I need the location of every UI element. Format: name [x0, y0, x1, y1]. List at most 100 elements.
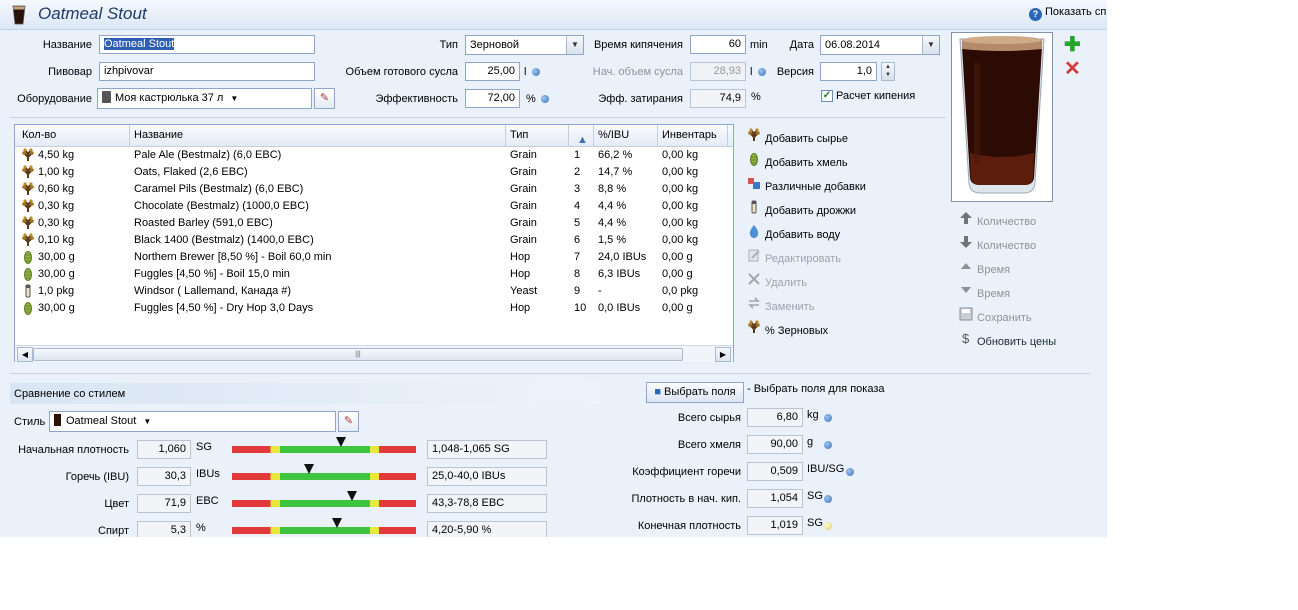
choose-fields-button[interactable]: ■ Выбрать поля — [646, 382, 744, 403]
version-field[interactable]: 1,0 — [820, 62, 877, 81]
info-dot-icon[interactable] — [532, 68, 540, 76]
triangle-down-icon — [958, 283, 974, 300]
delete-recipe-button[interactable]: ✕ — [1064, 58, 1081, 80]
grain-icon — [21, 199, 35, 216]
table-row[interactable]: 4,50 kg Pale Ale (Bestmalz) (6,0 EBC) Grai… — [15, 147, 733, 164]
help-link[interactable]: ? Показать сп — [1029, 6, 1106, 21]
date-value: 06.08.2014 — [825, 39, 881, 51]
action-6[interactable]: Редактировать — [746, 248, 841, 265]
cell-order: 8 — [574, 268, 581, 280]
hop-icon — [746, 152, 762, 169]
chevron-down-icon: ▼ — [143, 417, 152, 426]
add-recipe-button[interactable]: ✚ — [1064, 35, 1081, 55]
grain-icon — [746, 128, 762, 145]
ingredients-table: Кол-во Название Тип ▲ %/IBU Инвентарь 4,… — [14, 124, 734, 362]
field-label: Плотность в нач. кип. — [631, 493, 741, 505]
scroll-left-icon[interactable]: ◀ — [17, 347, 33, 362]
action-3[interactable]: Различные добавки — [746, 176, 866, 193]
action-8[interactable]: Заменить — [746, 296, 814, 313]
cell-order: 7 — [574, 251, 581, 263]
info-dot-icon[interactable] — [846, 468, 854, 476]
cell-percent-ibu: 6,3 IBUs — [598, 268, 641, 280]
efficiency-field[interactable]: 72,00 — [465, 89, 520, 108]
table-row[interactable]: 30,00 g Northern Brewer [8,50 %] - Boil 6… — [15, 249, 733, 266]
column-percent-ibu[interactable]: %/IBU — [598, 129, 629, 141]
metric-value: 71,9 — [137, 494, 191, 513]
action-7[interactable]: Удалить — [746, 272, 807, 289]
table-row[interactable]: 30,00 g Fuggles [4,50 %] - Boil 15,0 min H… — [15, 266, 733, 283]
info-dot-icon[interactable] — [541, 95, 549, 103]
boil-volume-label: Нач. объем сусла — [592, 66, 683, 78]
close-icon: ✕ — [1064, 58, 1081, 80]
table-row[interactable]: 0,60 kg Caramel Pils (Bestmalz) (6,0 EBC)… — [15, 181, 733, 198]
scroll-right-icon[interactable]: ▶ — [715, 347, 731, 362]
action-2[interactable]: Добавить хмель — [746, 152, 848, 169]
table-row[interactable]: 0,30 kg Roasted Barley (591,0 EBC) Grain 5 4… — [15, 215, 733, 232]
column-type[interactable]: Тип — [510, 129, 528, 141]
side-action-1[interactable]: Количество — [958, 211, 1036, 228]
action-5[interactable]: Добавить воду — [746, 224, 840, 241]
style-range-bar — [232, 464, 416, 480]
action-9[interactable]: % Зерновых — [746, 320, 828, 337]
cell-quantity: 0,60 kg — [38, 183, 75, 195]
metric-unit: IBUs — [196, 468, 220, 480]
cell-percent-ibu: 66,2 % — [598, 149, 633, 161]
cell-inventory: 0,00 kg — [662, 234, 699, 246]
cell-type: Grain — [510, 234, 537, 246]
equipment-select[interactable]: Моя кастрюлька 37 л ▼ — [97, 88, 312, 109]
side-action-3[interactable]: Время — [958, 259, 1010, 276]
beer-color-preview — [951, 32, 1053, 202]
type-select[interactable]: Зерновой ▼ — [465, 35, 584, 55]
cell-quantity: 0,10 kg — [38, 234, 75, 246]
field-unit: IBU/SG — [807, 463, 845, 475]
date-picker[interactable]: 06.08.2014 ▼ — [820, 35, 940, 55]
column-quantity[interactable]: Кол-во — [22, 129, 56, 141]
info-dot-icon[interactable] — [824, 522, 832, 530]
info-dot-icon[interactable] — [824, 495, 832, 503]
range-marker-icon — [304, 464, 315, 474]
side-action-4[interactable]: Время — [958, 283, 1010, 300]
side-action-2[interactable]: Количество — [958, 235, 1036, 252]
info-dot-icon[interactable] — [824, 414, 832, 422]
info-dot-icon[interactable] — [758, 68, 766, 76]
svg-text:$: $ — [962, 331, 970, 345]
side-action-6[interactable]: $ Обновить цены — [958, 331, 1056, 348]
grain-icon — [21, 233, 35, 250]
style-edit-button[interactable]: ✎ — [338, 411, 359, 432]
cell-order: 5 — [574, 217, 581, 229]
brewer-field[interactable]: izhpivovar — [99, 62, 315, 81]
cell-order: 1 — [574, 149, 581, 161]
boil-calc-checkbox[interactable]: ✓ — [821, 90, 833, 102]
scrollbar-thumb[interactable]: ||| — [33, 348, 683, 361]
column-name[interactable]: Название — [134, 129, 183, 141]
horizontal-scrollbar[interactable]: ◀ ||| ▶ — [15, 345, 733, 362]
style-select[interactable]: Oatmeal Stout ▼ — [49, 411, 336, 432]
side-action-5[interactable]: Сохранить — [958, 307, 1032, 324]
table-row[interactable]: 1,0 pkg Windsor ( Lallemand, Канада #) Yea… — [15, 283, 733, 300]
chevron-down-icon: ▼ — [922, 36, 939, 54]
batch-field[interactable]: 25,00 — [465, 62, 520, 81]
action-1[interactable]: Добавить сырье — [746, 128, 848, 145]
equipment-value: Моя кастрюлька 37 л — [115, 92, 224, 104]
cell-name: Northern Brewer [8,50 %] - Boil 60,0 min — [134, 251, 332, 263]
action-4[interactable]: Добавить дрожжи — [746, 200, 856, 217]
boil-volume-unit: l — [750, 66, 753, 78]
mash-eff-label: Эфф. затирания — [598, 93, 683, 105]
table-row[interactable]: 30,00 g Fuggles [4,50 %] - Dry Hop 3,0 Da… — [15, 300, 733, 317]
divider — [10, 373, 1090, 374]
table-row[interactable]: 0,10 kg Black 1400 (Bestmalz) (1400,0 EBC… — [15, 232, 733, 249]
name-field[interactable]: Oatmeal Stout — [99, 35, 315, 54]
table-row[interactable]: 0,30 kg Chocolate (Bestmalz) (1000,0 EBC)… — [15, 198, 733, 215]
grain-icon — [21, 216, 35, 233]
cell-type: Grain — [510, 183, 537, 195]
boil-time-field[interactable]: 60 — [690, 35, 746, 54]
table-row[interactable]: 1,00 kg Oats, Flaked (2,6 EBC) Grain 2 14,7 … — [15, 164, 733, 181]
divider — [10, 117, 946, 118]
boil-volume-field: 28,93 — [690, 62, 746, 81]
column-inventory[interactable]: Инвентарь — [662, 129, 717, 141]
version-spinner[interactable]: ▲ ▼ — [881, 62, 895, 81]
cell-order: 10 — [574, 302, 587, 314]
cell-quantity: 4,50 kg — [38, 149, 75, 161]
metric-range: 4,20-5,90 % — [427, 521, 547, 537]
info-dot-icon[interactable] — [824, 441, 832, 449]
